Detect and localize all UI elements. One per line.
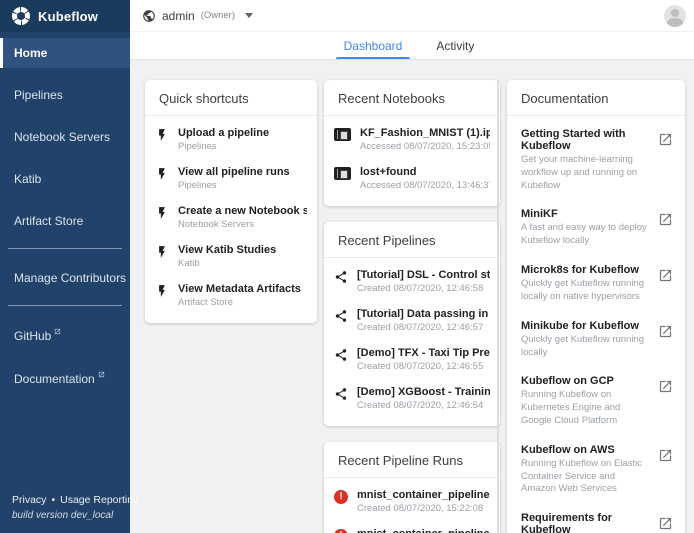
kubeflow-dashboard: Kubeflow Home Pipelines Notebook Servers… [0,0,694,533]
pipeline-run-item[interactable]: mnist_container_pipeline runCreated 08/0… [324,482,500,521]
pipeline-item[interactable]: [Demo] XGBoost - Training with Confusi..… [324,379,500,418]
sidebar-divider [8,248,122,249]
usage-reporting-link[interactable]: Usage Reporting [60,494,139,506]
bolt-icon [155,167,169,181]
sidebar-item-documentation[interactable]: Documentation [0,363,130,394]
tab-activity[interactable]: Activity [416,32,494,59]
pipeline-item[interactable]: [Tutorial] Data passing in python comp..… [324,301,500,340]
recent-notebooks-card: Recent Notebooks KF_Fashion_MNIST (1).ip… [324,80,500,206]
username: admin [162,9,195,23]
launch-icon [658,512,673,533]
avatar[interactable] [664,5,686,27]
notebook-icon [334,167,351,180]
namespace-selector[interactable]: admin (Owner) [142,9,253,23]
notebook-item[interactable]: lost+foundAccessed 08/07/2020, 13:46:37 [324,159,500,198]
sidebar-item-pipelines[interactable]: Pipelines [0,80,130,110]
shortcut-view-katib-studies[interactable]: View Katib StudiesKatib [145,237,317,276]
user-role: (Owner) [201,10,235,21]
doc-link-minikube[interactable]: Minikube for KubeflowQuickly get Kubeflo… [507,312,685,368]
sidebar-item-katib[interactable]: Katib [0,164,130,194]
shortcut-upload-pipeline[interactable]: Upload a pipelinePipelines [145,120,317,159]
doc-link-minikf[interactable]: MiniKFA fast and easy way to deploy Kube… [507,200,685,256]
doc-link-getting-started[interactable]: Getting Started with KubeflowGet your ma… [507,120,685,200]
pipeline-icon [334,348,348,362]
pipeline-icon [334,309,348,323]
recent-pipeline-runs-card: Recent Pipeline Runs mnist_container_pip… [324,442,500,533]
sidebar-nav: Home Pipelines Notebook Servers Katib Ar… [0,32,130,486]
sidebar-item-notebook-servers[interactable]: Notebook Servers [0,122,130,152]
build-version: build version dev_local [12,510,118,521]
pipeline-item[interactable]: [Tutorial] DSL - Control structuresCreat… [324,262,500,301]
shortcut-view-metadata-artifacts[interactable]: View Metadata ArtifactsArtifact Store [145,276,317,315]
notebook-item[interactable]: KF_Fashion_MNIST (1).ipynbAccessed 08/07… [324,120,500,159]
documentation-title: Documentation [507,80,685,116]
launch-icon [658,375,673,427]
run-status-error-icon [334,490,348,504]
bolt-icon [155,284,169,298]
external-link-icon [54,328,61,335]
main-content: Quick shortcuts Upload a pipelinePipelin… [130,60,694,533]
sidebar-item-manage-contributors[interactable]: Manage Contributors [0,263,130,293]
doc-link-microk8s[interactable]: Microk8s for KubeflowQuickly get Kubeflo… [507,256,685,312]
run-status-error-icon [334,529,348,533]
sidebar: Kubeflow Home Pipelines Notebook Servers… [0,0,130,533]
chevron-down-icon [245,13,253,18]
quick-shortcuts-title: Quick shortcuts [145,80,317,116]
bolt-icon [155,128,169,142]
sidebar-divider [8,305,122,306]
recent-pipelines-title: Recent Pipelines [324,222,500,258]
recent-pipelines-card: Recent Pipelines [Tutorial] DSL - Contro… [324,222,500,426]
shortcut-view-pipeline-runs[interactable]: View all pipeline runsPipelines [145,159,317,198]
launch-icon [658,264,673,304]
bolt-icon [155,206,169,220]
notebook-icon [334,128,351,141]
launch-icon [658,320,673,360]
topbar: admin (Owner) [130,0,694,32]
external-link-icon [98,371,105,378]
pipeline-item[interactable]: [Demo] TFX - Taxi Tip Prediction Model .… [324,340,500,379]
logo-bar[interactable]: Kubeflow [0,0,130,32]
middle-column-scrollbar[interactable] [497,80,499,533]
kubeflow-logo-icon [12,7,30,25]
bolt-icon [155,245,169,259]
quick-shortcuts-card: Quick shortcuts Upload a pipelinePipelin… [145,80,317,323]
sidebar-footer: Privacy • Usage Reporting build version … [0,486,130,533]
shortcut-create-notebook-server[interactable]: Create a new Notebook serverNotebook Ser… [145,198,317,237]
launch-icon [658,128,673,192]
tab-bar: Dashboard Activity [130,32,694,60]
documentation-card: Documentation Getting Started with Kubef… [507,80,685,533]
pipeline-icon [334,270,348,284]
recent-notebooks-title: Recent Notebooks [324,80,500,116]
globe-icon [142,9,156,23]
bullet-separator: • [51,494,55,506]
tab-dashboard[interactable]: Dashboard [330,32,417,59]
doc-link-kubeflow-aws[interactable]: Kubeflow on AWSRunning Kubeflow on Elast… [507,436,685,504]
sidebar-item-home[interactable]: Home [0,38,130,68]
launch-icon [658,208,673,248]
sidebar-item-github[interactable]: GitHub [0,320,130,351]
pipeline-run-item[interactable]: mnist_container_pipeline runCreated 08/0… [324,521,500,533]
brand-name: Kubeflow [38,9,98,24]
doc-link-requirements[interactable]: Requirements for KubeflowGet more detail… [507,504,685,533]
launch-icon [658,444,673,496]
doc-link-kubeflow-gcp[interactable]: Kubeflow on GCPRunning Kubeflow on Kuber… [507,367,685,435]
sidebar-item-artifact-store[interactable]: Artifact Store [0,206,130,236]
pipeline-icon [334,387,348,401]
privacy-link[interactable]: Privacy [12,494,46,506]
recent-pipeline-runs-title: Recent Pipeline Runs [324,442,500,478]
